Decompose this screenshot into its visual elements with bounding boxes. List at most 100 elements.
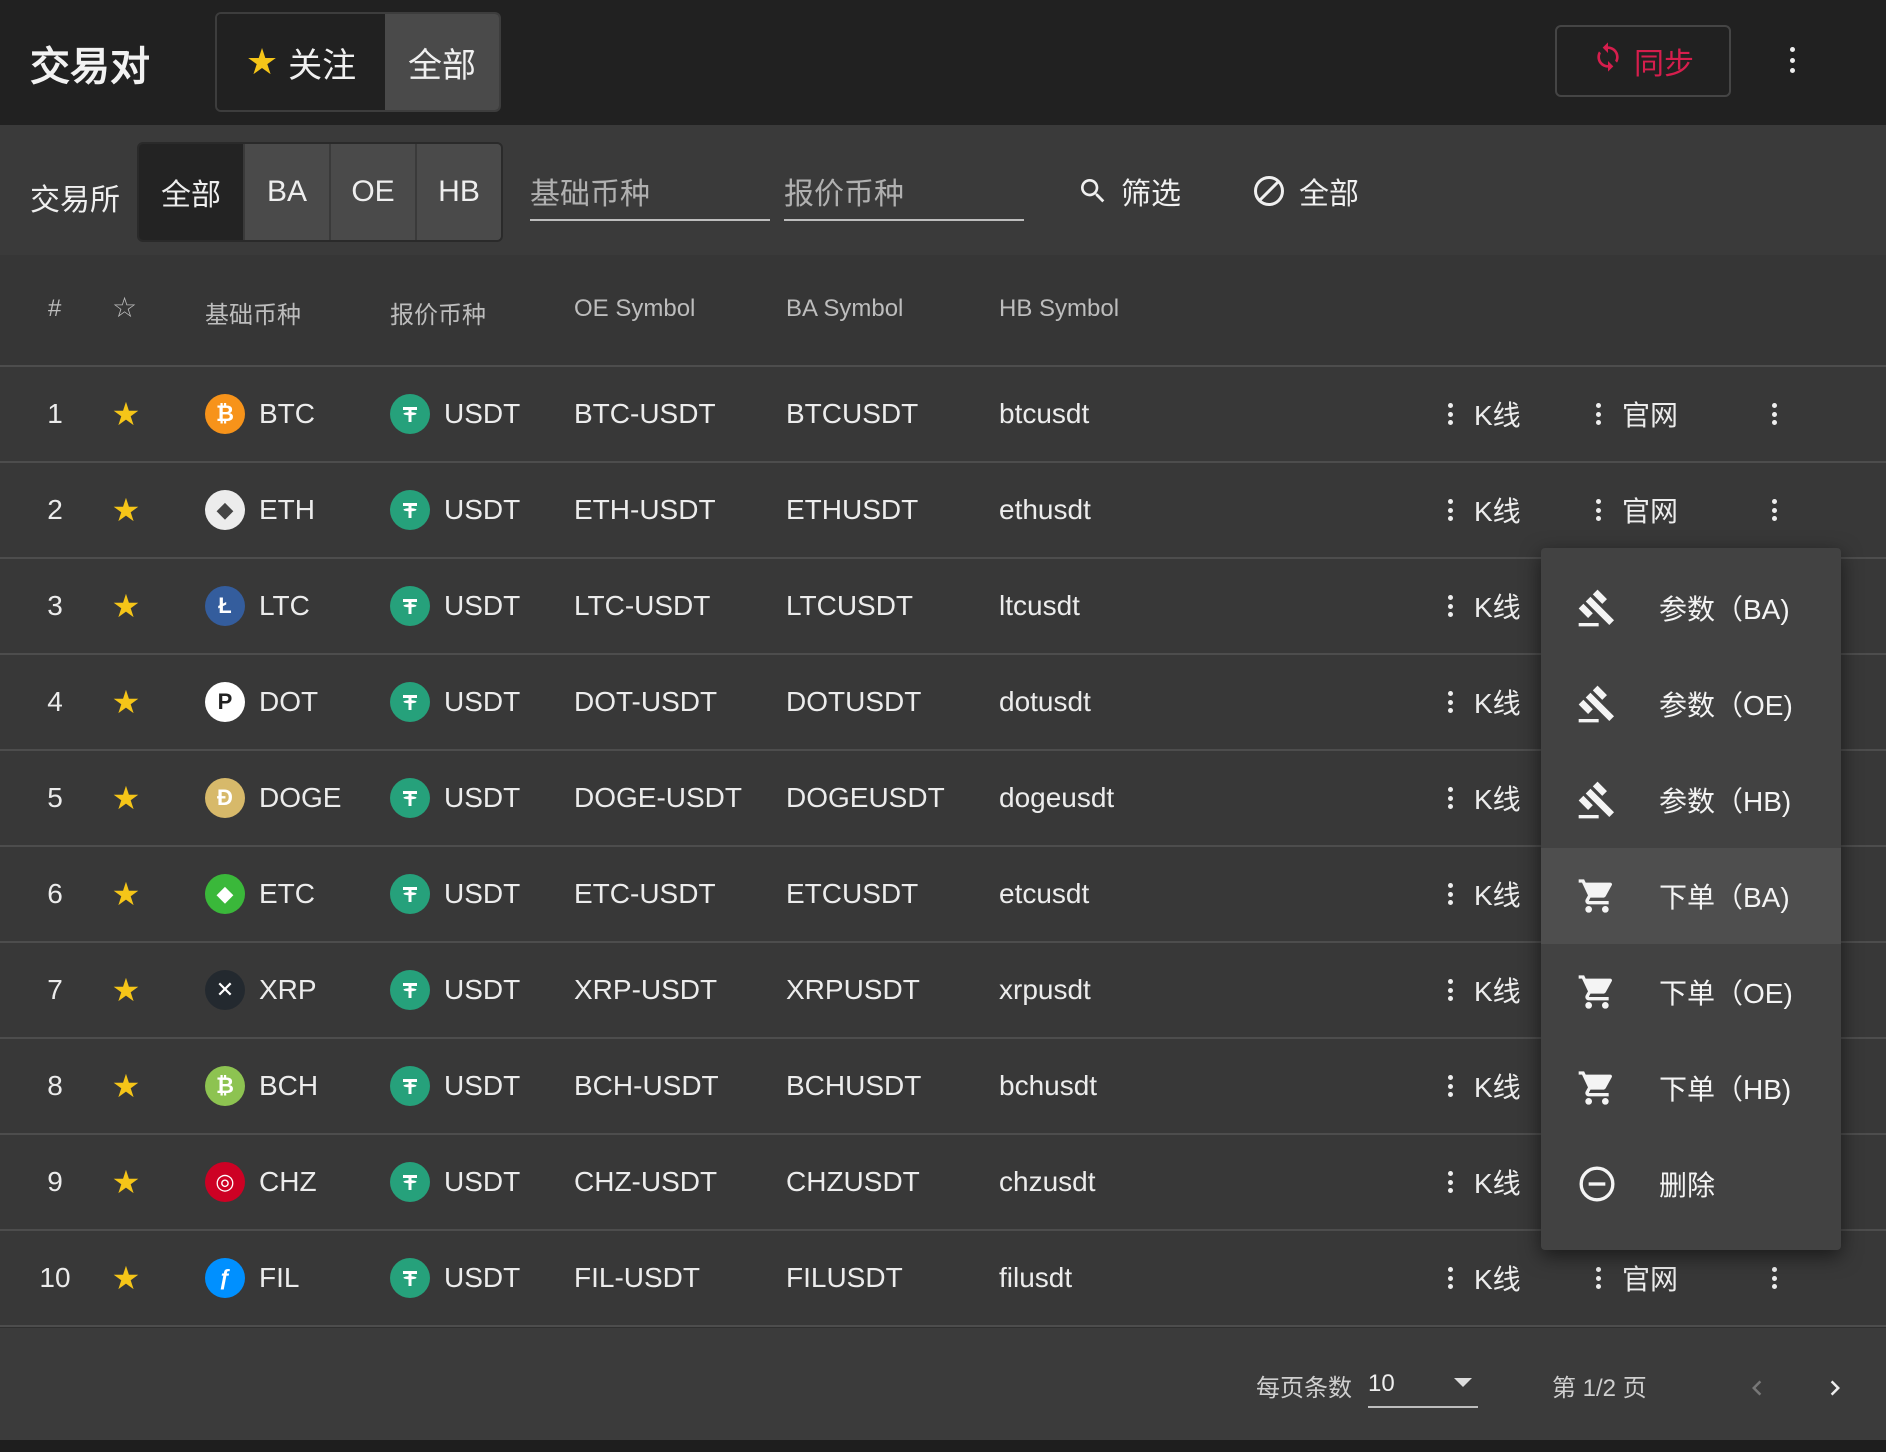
table-header: # ☆ 基础币种 报价币种 OE Symbol BA Symbol HB Sym…	[0, 255, 1886, 367]
previous-page-button[interactable]	[1742, 1370, 1772, 1413]
official-site-button[interactable]: 官网	[1596, 463, 1678, 557]
base-currency: ETH	[259, 494, 315, 525]
quote-currency-cell: USDT	[390, 751, 520, 845]
kline-button[interactable]: K线	[1448, 367, 1521, 461]
more-vert-icon	[1448, 1075, 1474, 1097]
oe-symbol: BTC-USDT	[574, 398, 716, 429]
kline-label: K线	[1474, 688, 1521, 719]
filter-button[interactable]: 筛选	[1077, 169, 1181, 213]
official-site-button[interactable]: 官网	[1596, 367, 1678, 461]
kline-button[interactable]: K线	[1448, 1231, 1521, 1325]
polkadot-icon: P	[205, 682, 245, 722]
quote-currency-cell: USDT	[390, 655, 520, 749]
base-currency: BTC	[259, 398, 315, 429]
ethereum-icon: ◆	[205, 490, 245, 530]
base-currency-input[interactable]: 基础币种	[530, 163, 770, 221]
kline-label: K线	[1474, 1072, 1521, 1103]
menu-item-label: 参数（HB)	[1659, 786, 1792, 817]
more-vert-icon	[1448, 883, 1474, 905]
table-row[interactable]: 1 ★ ₿ BTC USDT BTC-USDT BTCUSDT btcusdt K线 官网	[0, 367, 1886, 463]
kline-button[interactable]: K线	[1448, 559, 1521, 653]
favorite-star-icon[interactable]: ★	[110, 463, 142, 557]
favorite-star-icon[interactable]: ★	[110, 1231, 142, 1325]
favorite-star-icon[interactable]: ★	[110, 751, 142, 845]
more-vert-icon	[1448, 595, 1474, 617]
favorite-star-icon[interactable]: ★	[110, 655, 142, 749]
more-vert-icon	[1448, 499, 1474, 521]
hb-symbol: ltcusdt	[999, 590, 1080, 621]
menu-item-4[interactable]: 下单（BA)	[1541, 848, 1841, 944]
menu-item-1[interactable]: 参数（BA)	[1541, 560, 1841, 656]
bitcoin-cash-icon: ₿	[205, 1066, 245, 1106]
oe-symbol: BCH-USDT	[574, 1070, 719, 1101]
favorite-star-icon[interactable]: ★	[110, 943, 142, 1037]
chiliz-icon: ◎	[205, 1162, 245, 1202]
quote-currency-input[interactable]: 报价币种	[784, 163, 1024, 221]
next-page-button[interactable]	[1820, 1370, 1850, 1413]
more-menu-icon[interactable]	[1778, 30, 1808, 90]
favorite-star-icon[interactable]: ★	[110, 559, 142, 653]
kline-label: K线	[1474, 592, 1521, 623]
rows-per-page-select[interactable]: 10	[1368, 1362, 1478, 1408]
column-header-quote: 报价币种	[390, 302, 486, 329]
favorite-star-icon[interactable]: ★	[110, 1135, 142, 1229]
kline-button[interactable]: K线	[1448, 751, 1521, 845]
gavel-icon	[1571, 684, 1623, 724]
exchange-oe-button[interactable]: OE	[329, 144, 415, 240]
filter-label: 筛选	[1121, 178, 1181, 211]
top-app-bar: 交易对 ★ 关注 全部 同步	[0, 0, 1886, 125]
chevron-left-icon	[1752, 1380, 1762, 1396]
menu-item-2[interactable]: 参数（OE)	[1541, 656, 1841, 752]
menu-item-5[interactable]: 下单（OE)	[1541, 944, 1841, 1040]
oe-symbol: DOT-USDT	[574, 686, 718, 717]
menu-item-3[interactable]: 参数（HB)	[1541, 752, 1841, 848]
kline-button[interactable]: K线	[1448, 847, 1521, 941]
kline-label: K线	[1474, 880, 1521, 911]
toggle-favorites-label: 关注	[288, 46, 357, 85]
quote-currency: USDT	[444, 878, 521, 909]
exchange-all-button[interactable]: 全部	[139, 144, 243, 240]
page-info: 第 1/2 页	[1552, 1375, 1647, 1402]
favorite-star-icon[interactable]: ★	[110, 367, 142, 461]
tether-icon	[390, 1162, 430, 1202]
favorite-star-icon[interactable]: ★	[110, 847, 142, 941]
row-more-icon[interactable]	[1772, 463, 1798, 557]
hb-symbol: chzusdt	[999, 1166, 1096, 1197]
oe-symbol: DOGE-USDT	[574, 782, 742, 813]
oe-symbol: CHZ-USDT	[574, 1166, 718, 1197]
exchange-hb-button[interactable]: HB	[415, 144, 501, 240]
base-currency-cell: ƒ FIL	[205, 1231, 299, 1325]
exchange-ba-button[interactable]: BA	[243, 144, 329, 240]
ba-symbol: BTCUSDT	[786, 398, 919, 429]
tether-icon	[390, 970, 430, 1010]
clear-filter-button[interactable]: 全部	[1251, 169, 1359, 213]
kline-label: K线	[1474, 784, 1521, 815]
base-currency: ETC	[259, 878, 315, 909]
exchange-label: 交易所	[30, 184, 120, 217]
table-row[interactable]: 2 ★ ◆ ETH USDT ETH-USDT ETHUSDT ethusdt K线 官网	[0, 463, 1886, 559]
kline-button[interactable]: K线	[1448, 1039, 1521, 1133]
base-currency: DOT	[259, 686, 319, 717]
hb-symbol: etcusdt	[999, 878, 1090, 909]
toggle-all-button[interactable]: 全部	[385, 14, 499, 110]
filter-bar: 交易所 全部 BA OE HB 基础币种 报价币种 筛选 全部	[0, 125, 1886, 255]
column-header-hb-symbol: HB Symbol	[999, 295, 1120, 322]
more-vert-icon	[1596, 1267, 1622, 1289]
row-more-icon[interactable]	[1772, 367, 1798, 461]
quote-currency: USDT	[444, 590, 521, 621]
sync-button[interactable]: 同步	[1555, 25, 1731, 97]
kline-button[interactable]: K线	[1448, 943, 1521, 1037]
favorite-star-icon[interactable]: ★	[110, 1039, 142, 1133]
menu-item-6[interactable]: 下单（HB)	[1541, 1040, 1841, 1136]
ba-symbol: LTCUSDT	[786, 590, 914, 621]
row-index: 2	[47, 494, 63, 525]
hb-symbol: btcusdt	[999, 398, 1090, 429]
kline-button[interactable]: K线	[1448, 655, 1521, 749]
table-footer: 每页条数 10 第 1/2 页	[0, 1328, 1886, 1440]
toggle-favorites-button[interactable]: ★ 关注	[217, 14, 385, 110]
hb-symbol: ethusdt	[999, 494, 1091, 525]
kline-button[interactable]: K线	[1448, 463, 1521, 557]
kline-button[interactable]: K线	[1448, 1135, 1521, 1229]
menu-item-7[interactable]: 删除	[1541, 1136, 1841, 1232]
oe-symbol: ETH-USDT	[574, 494, 716, 525]
